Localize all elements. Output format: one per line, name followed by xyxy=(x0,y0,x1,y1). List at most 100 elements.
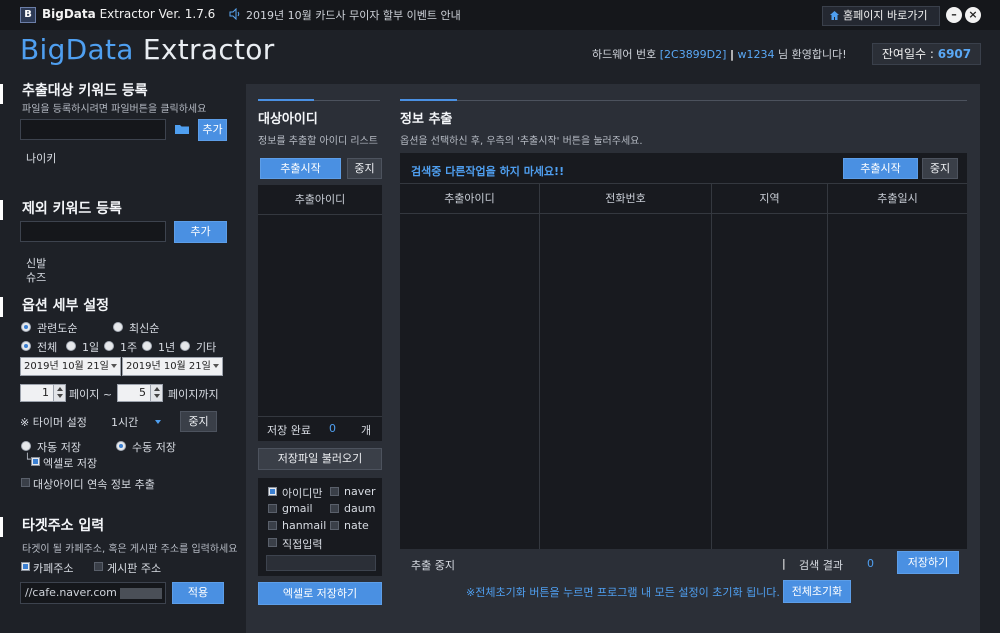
result-label: 검색 결과 xyxy=(799,559,843,572)
url-redaction xyxy=(120,588,162,599)
naver-checkbox[interactable] xyxy=(330,487,339,496)
period-1w-label: 1주 xyxy=(120,341,138,354)
apply-button[interactable]: 적용 xyxy=(172,582,224,604)
date-from-value: 2019년 10월 21일 xyxy=(24,361,109,372)
gmail-checkbox[interactable] xyxy=(268,504,277,513)
sort-relevance-radio[interactable] xyxy=(21,322,31,332)
extract-start-button[interactable]: 추출시작 xyxy=(843,158,918,179)
excel-export-button[interactable]: 엑셀로 저장하기 xyxy=(258,582,382,605)
page-from-stepper[interactable]: 1 xyxy=(20,384,66,402)
warning-text: 검색중 다른작업을 하지 마세요!! xyxy=(411,165,565,178)
section-marker xyxy=(0,200,3,220)
keyword-section-hint: 파일을 등록하시려면 파일버튼을 클릭하세요 xyxy=(22,104,207,115)
target-section-hint: 타겟이 될 카페주소, 혹은 게시판 주소를 입력하세요 xyxy=(22,544,238,555)
period-1w-radio[interactable] xyxy=(104,341,114,351)
add-keyword-button[interactable]: 추가 xyxy=(198,119,227,141)
page-from-label: 페이지 ~ xyxy=(69,388,113,401)
speaker-icon xyxy=(229,8,240,20)
exclude-keyword-input[interactable] xyxy=(20,221,166,242)
id-start-button[interactable]: 추출시작 xyxy=(260,158,341,179)
exclude-section-title: 제외 키워드 등록 xyxy=(22,201,122,217)
sort-latest-radio[interactable] xyxy=(113,322,123,332)
chevron-down-icon xyxy=(213,364,219,368)
manual-save-label: 수동 저장 xyxy=(132,441,176,454)
target-url-value: //cafe.naver.com xyxy=(25,586,117,599)
reset-warning: ※전체초기화 버튼을 누르면 프로그램 내 모든 설정이 초기화 됩니다. xyxy=(466,586,780,599)
stepper-arrows-icon[interactable] xyxy=(53,385,65,401)
option-section-title: 옵션 세부 설정 xyxy=(22,298,110,314)
timer-stop-button[interactable]: 중지 xyxy=(180,411,217,432)
col-extract-time: 추출일시 xyxy=(828,184,967,214)
title-bar: B BigData Extractor Ver. 1.7.6 2019년 10월… xyxy=(0,0,1000,30)
remaining-days-badge: 잔여일수 : 6907 xyxy=(872,43,981,65)
page-to-value: 5 xyxy=(139,386,146,399)
days-value: 6907 xyxy=(937,47,972,61)
column-divider xyxy=(539,214,540,549)
exclude-keyword-item[interactable]: 슈즈 xyxy=(26,269,46,285)
hw-value: [2C3899D2] xyxy=(659,48,727,61)
result-separator: | xyxy=(782,557,786,570)
auto-save-label: 자동 저장 xyxy=(37,441,81,454)
continuous-label: 대상아이디 연속 정보 추출 xyxy=(33,478,155,491)
id-only-label: 아이디만 xyxy=(282,487,323,500)
result-table[interactable]: 검색중 다른작업을 하지 마세요!! 추출시작 중지 추출아이디 전화번호 지역… xyxy=(400,153,967,549)
period-1y-radio[interactable] xyxy=(142,341,152,351)
target-url-input[interactable]: //cafe.naver.com xyxy=(20,582,166,604)
days-label: 잔여일수 : xyxy=(881,47,938,61)
direct-domain-input[interactable] xyxy=(266,555,376,571)
homepage-button[interactable]: 홈페이지 바로가기 xyxy=(822,6,940,26)
manual-save-radio[interactable] xyxy=(116,441,126,451)
save-button[interactable]: 저장하기 xyxy=(897,551,959,574)
direct-input-checkbox[interactable] xyxy=(268,538,277,547)
tab-underline xyxy=(400,100,967,101)
keyword-item[interactable]: 나이키 xyxy=(26,150,56,166)
id-stop-button[interactable]: 중지 xyxy=(347,158,382,179)
cafe-address-checkbox[interactable] xyxy=(21,562,30,571)
naver-label: naver xyxy=(344,485,376,498)
add-exclude-button[interactable]: 추가 xyxy=(174,221,227,243)
period-etc-label: 기타 xyxy=(196,341,217,354)
target-id-title: 대상아이디 xyxy=(258,112,318,127)
period-1d-radio[interactable] xyxy=(66,341,76,351)
info-separator: | xyxy=(729,48,734,61)
period-etc-radio[interactable] xyxy=(180,341,190,351)
chevron-down-icon[interactable] xyxy=(155,420,161,424)
date-to-picker[interactable]: 2019년 10월 21일 xyxy=(122,357,223,376)
folder-icon[interactable] xyxy=(174,122,190,136)
period-all-radio[interactable] xyxy=(21,341,31,351)
app-version: Ver. 1.7.6 xyxy=(158,7,216,21)
board-address-checkbox[interactable] xyxy=(94,562,103,571)
extract-stop-button[interactable]: 중지 xyxy=(922,158,958,179)
close-button[interactable]: × xyxy=(965,7,981,23)
notice-link[interactable]: 2019년 10월 카드사 무이자 할부 이벤트 안내 xyxy=(246,7,461,23)
timer-select[interactable]: 1시간 xyxy=(111,414,138,430)
column-divider xyxy=(711,214,712,549)
reset-all-button[interactable]: 전체초기화 xyxy=(783,580,851,603)
continuous-checkbox[interactable] xyxy=(21,478,30,487)
timer-value: 1시간 xyxy=(111,416,139,429)
page-to-stepper[interactable]: 5 xyxy=(117,384,163,402)
date-to-value: 2019년 10월 21일 xyxy=(126,361,211,372)
daum-checkbox[interactable] xyxy=(330,504,339,513)
column-divider xyxy=(827,214,828,549)
id-only-checkbox[interactable] xyxy=(268,487,277,496)
period-1d-label: 1일 xyxy=(82,341,100,354)
hanmail-checkbox[interactable] xyxy=(268,521,277,530)
stepper-arrows-icon[interactable] xyxy=(150,385,162,401)
date-from-picker[interactable]: 2019년 10월 21일 xyxy=(20,357,121,376)
keyword-input[interactable] xyxy=(20,119,166,140)
extract-hint: 옵션을 선택하신 후, 우측의 '추출시작' 버튼을 눌러주세요. xyxy=(400,136,643,147)
saved-count: 0 xyxy=(329,422,336,435)
excel-save-label: 엑셀로 저장 xyxy=(43,457,98,470)
extract-status: 추출 중지 xyxy=(411,559,455,572)
hw-label: 하드웨어 번호 xyxy=(592,48,657,61)
target-id-list[interactable]: 추출아이디 xyxy=(258,185,382,441)
brand-extractor: Extractor xyxy=(133,33,275,66)
minimize-button[interactable]: – xyxy=(946,7,962,23)
auto-save-radio[interactable] xyxy=(21,441,31,451)
excel-save-checkbox[interactable] xyxy=(31,457,40,466)
window-title-rest: Extractor xyxy=(95,7,155,21)
load-file-button[interactable]: 저장파일 불러오기 xyxy=(258,448,382,470)
brand-logo: BigData Extractor xyxy=(20,33,275,66)
nate-checkbox[interactable] xyxy=(330,521,339,530)
